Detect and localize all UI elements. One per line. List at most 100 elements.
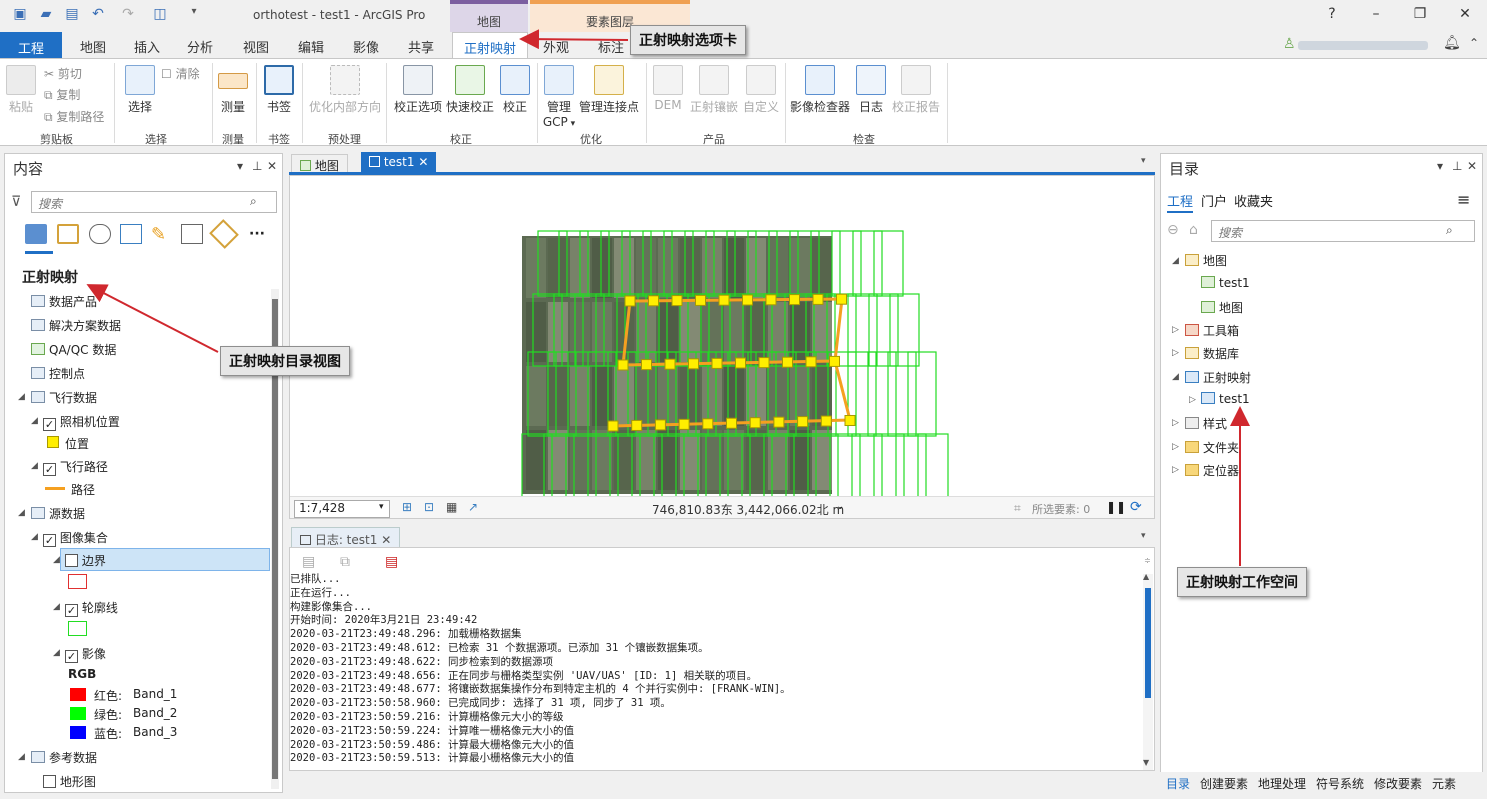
view-icon[interactable]: ◫	[150, 6, 170, 26]
notification-icon[interactable]: 🔔︎	[1443, 35, 1461, 51]
tab-share[interactable]: 共享	[408, 37, 434, 56]
tree-boundary[interactable]: 边界	[65, 552, 106, 569]
catalog-maps[interactable]: 地图	[1185, 252, 1227, 269]
north-arrow-icon[interactable]: ↗	[468, 500, 478, 514]
pin-icon[interactable]: ⊥	[252, 159, 262, 173]
measure-button[interactable]: 测量	[217, 65, 249, 115]
log-button[interactable]: 日志	[855, 65, 887, 115]
pane-menu-icon[interactable]: ▾	[1437, 159, 1443, 173]
expand-icon[interactable]: ◢	[1172, 372, 1179, 382]
log-copy-icon[interactable]: ⧉	[340, 554, 350, 570]
checkbox-unchecked[interactable]	[65, 554, 78, 567]
list-by-drawing-order-icon[interactable]	[25, 224, 47, 244]
bottom-tab-geoprocessing[interactable]: 地理处理	[1258, 775, 1306, 792]
expand-icon[interactable]: ◢	[53, 555, 60, 565]
checkbox-checked[interactable]: ✓	[43, 534, 56, 547]
pin-icon[interactable]: ⊥	[1452, 159, 1462, 173]
custom-button[interactable]: 自定义	[742, 65, 780, 115]
manage-tie-points-button[interactable]: 管理连接点	[579, 65, 639, 115]
bottom-tab-modify-features[interactable]: 修改要素	[1374, 775, 1422, 792]
checkbox-checked[interactable]: ✓	[43, 418, 56, 431]
collapse-icon[interactable]: ▷	[1189, 395, 1196, 405]
collapse-icon[interactable]: ▷	[1172, 418, 1179, 428]
tab-insert[interactable]: 插入	[134, 37, 160, 56]
restore-button[interactable]: ❐	[1410, 6, 1430, 26]
bookmarks-button[interactable]: 书签	[263, 65, 295, 115]
redo-icon[interactable]: ↷	[118, 6, 138, 26]
tab-imagery[interactable]: 影像	[353, 37, 379, 56]
list-by-snapping-icon[interactable]	[181, 224, 203, 244]
back-icon[interactable]: ⊖	[1167, 222, 1179, 238]
map-canvas[interactable]: 1:7,428 ▾ ⊞ ⊡ ▦ ↗ 746,810.83东 3,442,066.0…	[289, 175, 1155, 519]
tree-data-products[interactable]: 数据产品	[31, 293, 97, 310]
refresh-icon[interactable]: ⟳	[1130, 499, 1142, 515]
save-icon[interactable]: ▤	[62, 6, 82, 26]
tree-flight-data[interactable]: 飞行数据	[31, 389, 97, 406]
checkbox-checked[interactable]: ✓	[43, 463, 56, 476]
tab-menu-icon[interactable]: ▾	[1141, 156, 1146, 166]
list-by-database-icon[interactable]	[89, 224, 111, 244]
catalog-databases[interactable]: 数据库	[1185, 345, 1239, 362]
close-pane-icon[interactable]: ✕	[1467, 159, 1477, 173]
image-inspector-button[interactable]: 影像检查器	[790, 65, 850, 115]
bottom-tab-catalog[interactable]: 目录	[1166, 775, 1190, 792]
tab-view[interactable]: 视图	[243, 37, 269, 56]
close-button[interactable]: ✕	[1455, 6, 1475, 26]
expand-icon[interactable]: ◢	[53, 648, 60, 658]
bottom-tab-create-features[interactable]: 创建要素	[1200, 775, 1248, 792]
list-by-source-icon[interactable]	[57, 224, 79, 244]
units-dropdown-icon[interactable]: ⌄	[836, 501, 844, 512]
select-button[interactable]: 选择	[124, 65, 156, 115]
user-account[interactable]	[1298, 41, 1428, 50]
undo-icon[interactable]: ↶	[88, 6, 108, 26]
copy-path-button[interactable]: ⧉ 复制路径	[44, 108, 104, 125]
close-tab-icon[interactable]: ✕	[418, 155, 428, 169]
catalog-toolboxes[interactable]: 工具箱	[1185, 322, 1239, 339]
log-list-icon[interactable]: ▤	[302, 554, 315, 570]
tree-footprint[interactable]: ✓ 轮廓线	[65, 599, 118, 617]
tree-camera-locations[interactable]: ✓ 照相机位置	[43, 413, 120, 431]
customize-qat-icon[interactable]: ▾	[184, 6, 204, 26]
catalog-map-test1[interactable]: test1	[1201, 276, 1250, 290]
close-tab-icon[interactable]: ✕	[381, 533, 391, 547]
list-by-selection-icon[interactable]	[120, 224, 142, 244]
tab-edit[interactable]: 编辑	[298, 37, 324, 56]
checkbox-checked[interactable]: ✓	[65, 604, 78, 617]
optimize-interior-button[interactable]: 优化内部方向	[308, 65, 382, 115]
expand-icon[interactable]: ◢	[18, 392, 25, 402]
catalog-tab-project[interactable]: 工程	[1167, 191, 1194, 213]
bottom-tab-elements[interactable]: 元素	[1432, 775, 1456, 792]
expand-icon[interactable]: ◢	[31, 461, 38, 471]
more-icon[interactable]: ···	[249, 226, 265, 242]
tab-test1-view[interactable]: test1 ✕	[361, 152, 437, 174]
scale-selector[interactable]: 1:7,428 ▾	[294, 500, 390, 518]
user-icon[interactable]: ♙	[1283, 36, 1296, 52]
tree-control-points[interactable]: 控制点	[31, 365, 85, 382]
tree-flight-path[interactable]: ✓ 飞行路径	[43, 458, 108, 476]
tree-reference-data[interactable]: 参考数据	[31, 749, 97, 766]
copy-button[interactable]: ⧉ 复制	[44, 86, 80, 103]
cut-button[interactable]: ✂ 剪切	[44, 65, 82, 82]
catalog-search-input[interactable]: 搜索 ⌕	[1211, 220, 1475, 242]
tab-map-view[interactable]: 地图	[291, 154, 348, 174]
expand-icon[interactable]: ◢	[31, 532, 38, 542]
tab-menu-icon[interactable]: ▾	[1141, 531, 1146, 541]
scroll-thumb[interactable]	[1145, 588, 1151, 698]
expand-icon[interactable]: ◢	[18, 752, 25, 762]
filter-icon[interactable]: ⊽	[11, 194, 21, 210]
catalog-locators[interactable]: 定位器	[1185, 462, 1239, 479]
collapse-icon[interactable]: ▷	[1172, 325, 1179, 335]
checkbox-unchecked[interactable]	[43, 775, 56, 788]
catalog-map-map[interactable]: 地图	[1201, 299, 1243, 316]
bottom-tab-symbology[interactable]: 符号系统	[1316, 775, 1364, 792]
adjust-report-button[interactable]: 校正报告	[891, 65, 941, 115]
adjust-options-button[interactable]: 校正选项	[392, 65, 444, 115]
fixed-zoom-icon[interactable]: ⊞	[402, 500, 412, 514]
catalog-ortho-mapping[interactable]: 正射映射	[1185, 369, 1251, 386]
close-pane-icon[interactable]: ✕	[267, 159, 277, 173]
tab-log[interactable]: 日志: test1 ✕	[291, 527, 401, 549]
pause-icon[interactable]: ❚❚	[1106, 500, 1126, 514]
catalog-styles[interactable]: 样式	[1185, 415, 1227, 432]
log-clear-icon[interactable]: ▤	[385, 554, 398, 570]
tab-map[interactable]: 地图	[80, 37, 106, 56]
